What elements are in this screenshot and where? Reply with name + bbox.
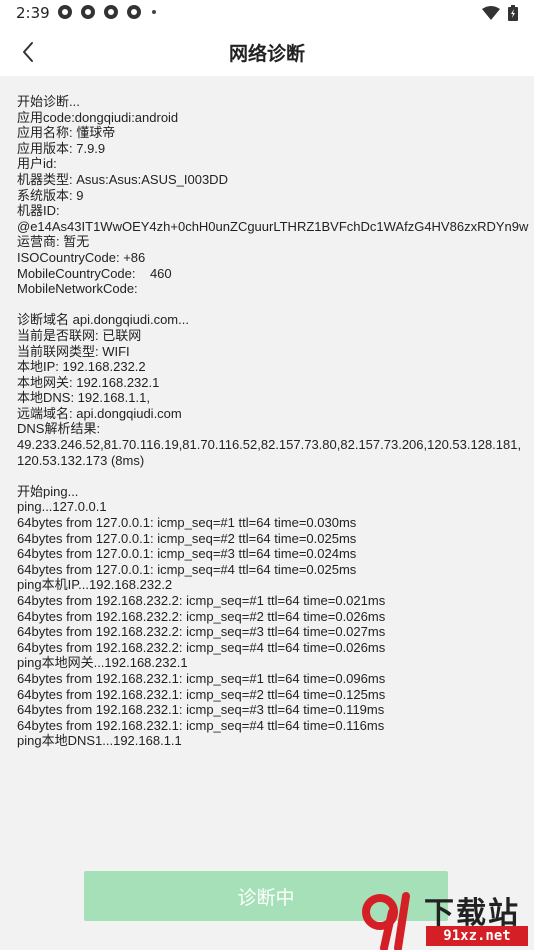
app-notification-icon (127, 5, 141, 19)
log-line: ping本地DNS1...192.168.1.1 (17, 733, 182, 749)
more-notifications-icon (152, 10, 156, 14)
app-notification-icon (58, 5, 72, 19)
log-line: 应用code:dongqiudi:android (17, 109, 179, 125)
log-line: 64bytes from 192.168.232.2: icmp_seq=#1 … (17, 593, 386, 608)
log-line: 64bytes from 127.0.0.1: icmp_seq=#2 ttl=… (17, 530, 357, 546)
log-line: 应用版本: 7.9.9 (17, 140, 106, 156)
log-line: 64bytes from 192.168.232.1: icmp_seq=#1 … (17, 670, 386, 686)
wifi-icon (482, 6, 500, 20)
log-line: 64bytes from 192.168.232.1: icmp_seq=#3 … (17, 702, 385, 718)
log-line: DNS解析结果: (17, 421, 101, 437)
log-line: 64bytes from 192.168.232.1: icmp_seq=#4 … (17, 717, 385, 733)
diagnosis-log-container[interactable]: 开始诊断... 应用code:dongqiudi:android 应用名称: 懂球帝… (0, 76, 534, 866)
log-line: 开始ping... (17, 483, 79, 499)
log-line: 64bytes from 192.168.232.2: icmp_seq=#4 … (17, 639, 386, 655)
log-line: 运营商: 暂无 (17, 234, 90, 250)
log-line: 诊断域名 api.dongqiudi.com... (17, 312, 189, 328)
log-line: @e14As43IT1WwOEY4zh+0chH0unZCguurLTHRZ1B… (17, 218, 529, 234)
app-notification-icon (104, 5, 118, 19)
log-line: 64bytes from 192.168.232.1: icmp_seq=#2 … (17, 686, 386, 702)
watermark-brand-bottom: 91xz.net (426, 926, 528, 946)
log-line: 本地IP: 192.168.232.2 (17, 359, 146, 375)
status-notification-icons (58, 5, 156, 19)
app-bar: 网络诊断 (0, 28, 534, 76)
log-line: 64bytes from 127.0.0.1: icmp_seq=#3 ttl=… (17, 546, 357, 562)
log-line: 远端域名: api.dongqiudi.com (17, 405, 182, 421)
log-line: MobileNetworkCode: (17, 281, 138, 297)
battery-icon (508, 5, 518, 21)
log-line: 机器类型: Asus:Asus:ASUS_I003DD (17, 171, 228, 187)
log-line: 64bytes from 127.0.0.1: icmp_seq=#1 ttl=… (17, 515, 357, 531)
log-line: 64bytes from 192.168.232.2: icmp_seq=#3 … (17, 624, 386, 640)
log-line: ping本地网关...192.168.232.1 (17, 655, 188, 671)
log-line: ping本机IP...192.168.232.2 (17, 577, 173, 593)
log-line: 本地DNS: 192.168.1.1, (17, 390, 150, 406)
log-line: 64bytes from 127.0.0.1: icmp_seq=#4 ttl=… (17, 561, 357, 577)
page-title: 网络诊断 (228, 43, 305, 65)
log-line: 当前是否联网: 已联网 (17, 327, 142, 343)
log-line: 当前联网类型: WIFI (17, 343, 130, 359)
log-line: ping...127.0.0.1 (17, 499, 107, 515)
diagnosis-log: 开始诊断... 应用code:dongqiudi:android 应用名称: 懂球帝… (17, 94, 531, 749)
log-line: 系统版本: 9 (17, 187, 84, 203)
site-watermark: 下载站 91xz.net (362, 888, 532, 950)
log-line: 机器ID: (17, 203, 60, 219)
status-time: 2:39 (16, 4, 50, 22)
log-blank-line (17, 468, 531, 484)
log-line: 49.233.246.52,81.70.116.19,81.70.116.52,… (17, 437, 522, 453)
watermark-logo-icon (362, 892, 410, 950)
status-system-icons (482, 5, 518, 21)
log-line: 本地网关: 192.168.232.1 (17, 374, 160, 390)
log-line: MobileCountryCode: 460 (17, 265, 172, 281)
log-line: 应用名称: 懂球帝 (17, 125, 116, 141)
log-line: 用户id: (17, 156, 57, 172)
log-blank-line (17, 297, 531, 313)
status-bar: 2:39 (0, 0, 534, 28)
log-line: 64bytes from 192.168.232.2: icmp_seq=#2 … (17, 608, 386, 624)
log-line: 开始诊断... (17, 94, 80, 109)
app-notification-icon (81, 5, 95, 19)
log-line: 120.53.132.173 (8ms) (17, 452, 145, 468)
log-line: ISOCountryCode: +86 (17, 249, 146, 265)
